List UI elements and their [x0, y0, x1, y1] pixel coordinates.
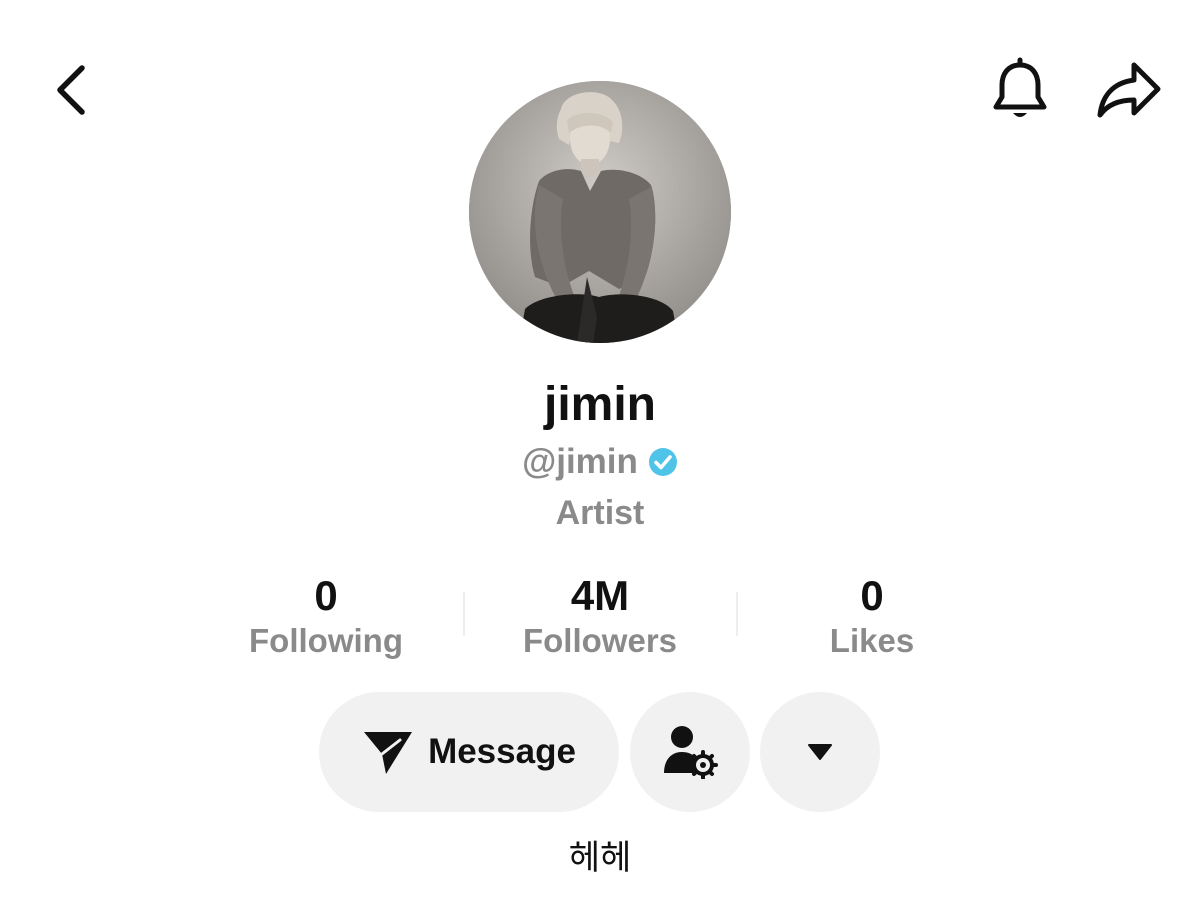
following-count: 0: [314, 572, 338, 619]
caret-down-icon: [808, 744, 832, 760]
message-label: Message: [428, 732, 576, 771]
avatar-photo: [469, 81, 731, 343]
stat-followers[interactable]: 4M Followers: [480, 570, 720, 662]
more-options-button[interactable]: [760, 692, 880, 812]
likes-label: Likes: [829, 622, 915, 659]
notification-bell-button[interactable]: [984, 54, 1056, 126]
stat-divider: [463, 592, 465, 636]
verified-badge-icon: [648, 448, 677, 476]
share-arrow-icon: [1097, 62, 1161, 118]
followers-label: Followers: [522, 622, 678, 659]
profile-bio: 헤헤: [568, 838, 632, 878]
handle-row: @jimin: [0, 440, 1200, 484]
back-button[interactable]: [40, 58, 104, 122]
stat-divider: [736, 592, 738, 636]
chevron-left-icon: [57, 65, 85, 115]
message-button[interactable]: Message: [319, 692, 619, 812]
profile-category: Artist: [555, 494, 645, 532]
followers-count: 4M: [570, 572, 630, 619]
follow-settings-button[interactable]: [630, 692, 750, 812]
display-name: jimin: [543, 378, 656, 431]
profile-avatar[interactable]: [469, 81, 731, 343]
following-label: Following: [249, 622, 403, 659]
username-handle: @jimin: [522, 442, 638, 481]
bell-icon: [993, 57, 1047, 117]
stat-following[interactable]: 0 Following: [206, 570, 446, 662]
likes-count: 0: [860, 572, 884, 619]
user-gear-icon: [664, 726, 718, 779]
share-button[interactable]: [1090, 54, 1166, 126]
send-icon: [364, 732, 413, 774]
stat-likes[interactable]: 0 Likes: [752, 570, 992, 662]
